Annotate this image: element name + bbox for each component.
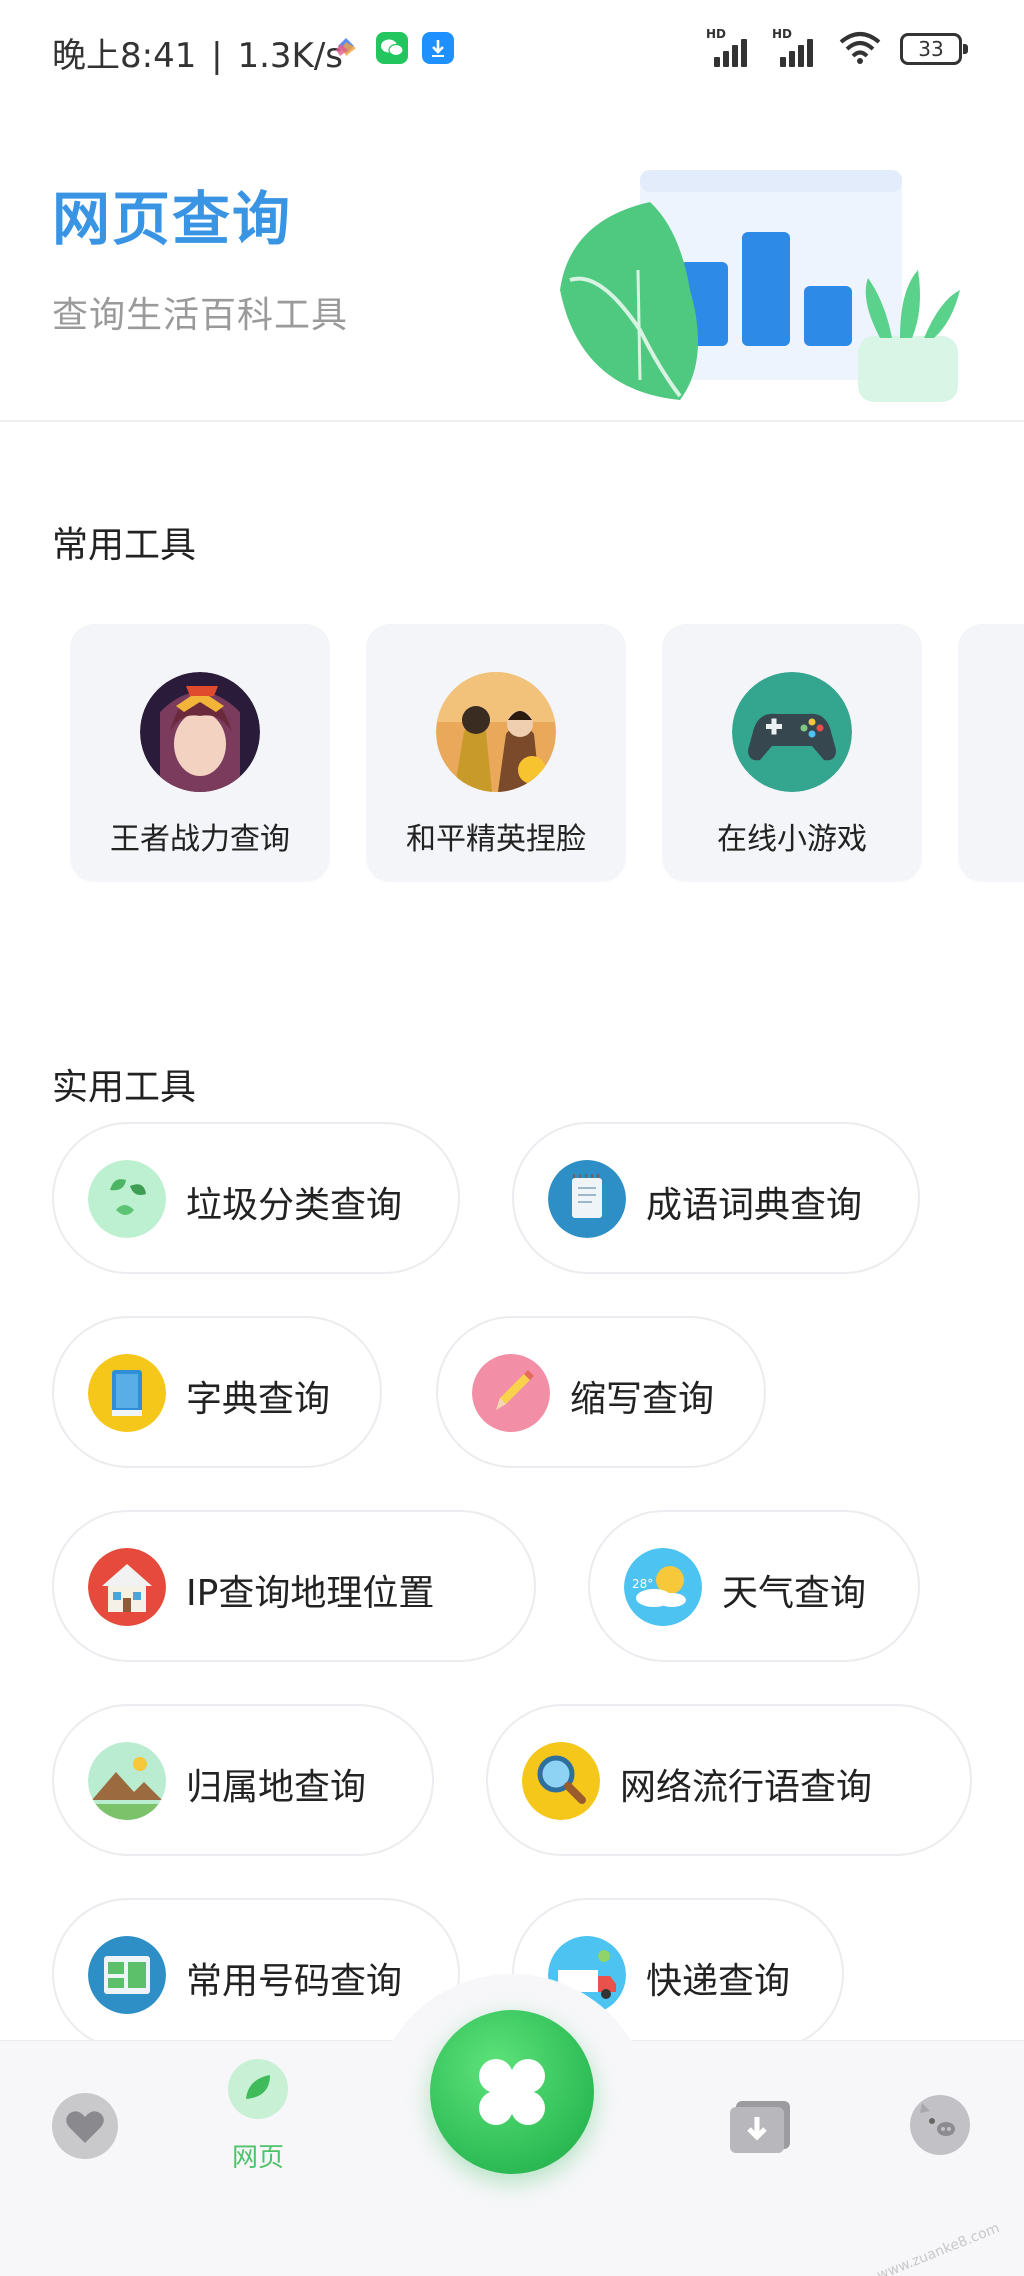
tool-label: 网络流行语查询 bbox=[620, 1767, 873, 1808]
tool-dictionary[interactable]: 字典查询 bbox=[52, 1316, 382, 1468]
magnifier-icon bbox=[522, 1742, 600, 1820]
weather-icon: 28° bbox=[624, 1548, 702, 1626]
wifi-icon bbox=[838, 30, 882, 68]
battery-level: 33 bbox=[918, 37, 944, 61]
hero-illustration bbox=[540, 150, 980, 420]
peacekeeper-elite-avatar bbox=[436, 672, 556, 792]
house-icon bbox=[88, 1548, 166, 1626]
honor-of-kings-avatar bbox=[140, 672, 260, 792]
status-time-speed: 晚上8:41 | 1.3K/s bbox=[52, 28, 343, 77]
tool-label: 成语词典查询 bbox=[646, 1185, 863, 1226]
status-notification-icons bbox=[330, 32, 454, 64]
notebook-icon bbox=[548, 1160, 626, 1238]
tool-label: 字典查询 bbox=[186, 1379, 331, 1420]
download-icon bbox=[422, 32, 454, 64]
tool-label: 快递查询 bbox=[646, 1961, 791, 2002]
tool-card-label: 王者战力查询 bbox=[110, 822, 290, 857]
tool-card-online-games[interactable]: 在线小游戏 bbox=[662, 624, 922, 882]
mi-cloud-icon bbox=[330, 32, 362, 64]
nav-web-label: 网页 bbox=[232, 2143, 285, 2173]
tool-label: 缩写查询 bbox=[570, 1379, 715, 1420]
tool-label: 天气查询 bbox=[722, 1573, 867, 1614]
tool-label: 归属地查询 bbox=[186, 1767, 367, 1808]
tool-phone-location[interactable]: 归属地查询 bbox=[52, 1704, 434, 1856]
tool-common-numbers[interactable]: 常用号码查询 bbox=[52, 1898, 460, 2050]
pig-icon bbox=[908, 2095, 972, 2161]
section-title-common: 常用工具 bbox=[52, 525, 197, 566]
battery-icon: 33 bbox=[900, 33, 968, 65]
status-separator: | bbox=[211, 36, 223, 76]
dictionary-icon bbox=[88, 1354, 166, 1432]
nav-profile[interactable] bbox=[908, 2093, 972, 2161]
signal-icon: HD bbox=[772, 27, 820, 67]
page-subtitle: 查询生活百科工具 bbox=[52, 295, 349, 336]
status-system-icons: HD HD 33 bbox=[706, 27, 968, 68]
mountain-icon bbox=[88, 1742, 166, 1820]
tool-abbreviation[interactable]: 缩写查询 bbox=[436, 1316, 766, 1468]
network-speed: 1.3K/s bbox=[237, 36, 343, 76]
header-divider bbox=[0, 420, 1024, 422]
nav-downloads[interactable] bbox=[730, 2095, 796, 2159]
tool-idiom-dictionary[interactable]: 成语词典查询 bbox=[512, 1122, 920, 1274]
leaf-tab-icon bbox=[226, 2059, 290, 2125]
phone-book-icon bbox=[88, 1936, 166, 2014]
tool-label: 垃圾分类查询 bbox=[186, 1185, 403, 1226]
pencil-icon bbox=[472, 1354, 550, 1432]
signal-icon: HD bbox=[706, 27, 754, 67]
tool-label: IP查询地理位置 bbox=[186, 1573, 435, 1614]
tool-weather[interactable]: 28° 天气查询 bbox=[588, 1510, 920, 1662]
tool-card-honor-of-kings[interactable]: 王者战力查询 bbox=[70, 624, 330, 882]
tool-card-label: 和平精英捏脸 bbox=[406, 822, 586, 857]
gamepad-icon bbox=[732, 672, 852, 792]
tool-internet-slang[interactable]: 网络流行语查询 bbox=[486, 1704, 972, 1856]
status-bar: 晚上8:41 | 1.3K/s HD HD 33 bbox=[0, 0, 1024, 100]
nav-web[interactable]: 网页 bbox=[226, 2057, 290, 2173]
wechat-icon bbox=[376, 32, 408, 64]
heart-icon bbox=[50, 2093, 120, 2163]
weather-temp: 28° bbox=[632, 1577, 653, 1591]
tool-card-label: 在线小游戏 bbox=[717, 822, 867, 857]
page-title: 网页查询 bbox=[52, 185, 293, 253]
download-box-icon bbox=[730, 2101, 796, 2159]
tool-card-more[interactable] bbox=[958, 624, 1024, 882]
clover-fab-button[interactable] bbox=[430, 2010, 594, 2174]
tool-label: 常用号码查询 bbox=[186, 1961, 403, 2002]
leaf-icon bbox=[88, 1160, 166, 1238]
tool-garbage-sorting[interactable]: 垃圾分类查询 bbox=[52, 1122, 460, 1274]
tool-ip-location[interactable]: IP查询地理位置 bbox=[52, 1510, 536, 1662]
status-time: 晚上8:41 bbox=[52, 36, 197, 76]
section-title-practical: 实用工具 bbox=[52, 1067, 197, 1108]
common-tools-row[interactable]: 王者战力查询 和平精英捏脸 在线小游戏 bbox=[70, 624, 1024, 884]
nav-favorites[interactable] bbox=[50, 2093, 120, 2163]
clover-icon bbox=[430, 2059, 594, 2178]
tool-card-peacekeeper-elite[interactable]: 和平精英捏脸 bbox=[366, 624, 626, 882]
